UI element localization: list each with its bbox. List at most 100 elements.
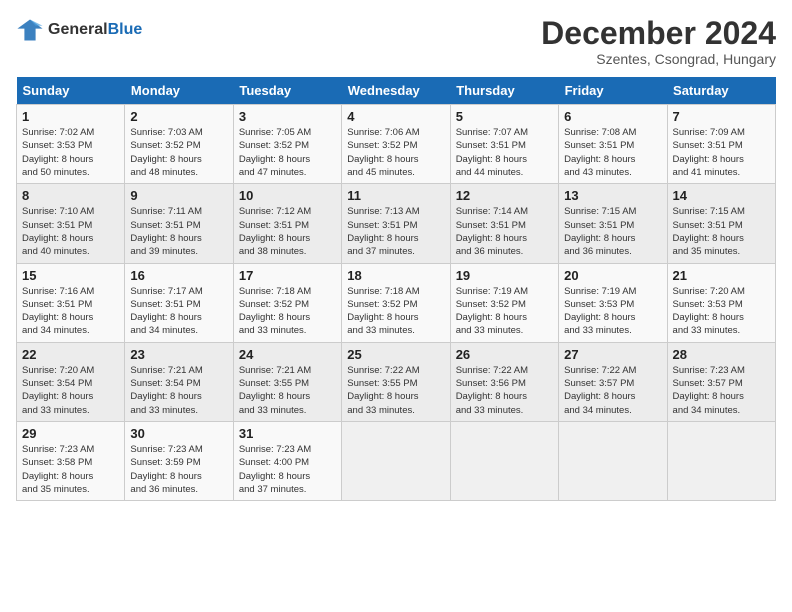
day-number: 29 [22,426,119,441]
logo-text: GeneralBlue [48,21,142,39]
table-row: 1 Sunrise: 7:02 AM Sunset: 3:53 PM Daylig… [17,105,125,184]
table-row: 6Sunrise: 7:08 AM Sunset: 3:51 PM Daylig… [559,105,667,184]
day-number: 12 [456,188,553,203]
day-number: 2 [130,109,227,124]
table-row: 5 Sunrise: 7:07 AM Sunset: 3:51 PM Daylig… [450,105,558,184]
day-info: Sunrise: 7:23 AM Sunset: 3:59 PM Dayligh… [130,443,227,496]
day-number: 17 [239,268,336,283]
header-wednesday: Wednesday [342,77,450,105]
table-row: 19 Sunrise: 7:19 AM Sunset: 3:52 PM Dayli… [450,263,558,342]
day-info: Sunrise: 7:15 AM Sunset: 3:51 PM Dayligh… [564,205,661,258]
table-row: 13 Sunrise: 7:15 AM Sunset: 3:51 PM Dayli… [559,184,667,263]
table-row [450,421,558,500]
calendar-week-row: 8 Sunrise: 7:10 AM Sunset: 3:51 PM Daylig… [17,184,776,263]
day-info: Sunrise: 7:14 AM Sunset: 3:51 PM Dayligh… [456,205,553,258]
table-row: 12 Sunrise: 7:14 AM Sunset: 3:51 PM Dayli… [450,184,558,263]
table-row [559,421,667,500]
day-number: 13 [564,188,661,203]
weekday-header-row: Sunday Monday Tuesday Wednesday Thursday… [17,77,776,105]
table-row [342,421,450,500]
day-number: 24 [239,347,336,362]
calendar-week-row: 29 Sunrise: 7:23 AM Sunset: 3:58 PM Dayli… [17,421,776,500]
table-row: 10 Sunrise: 7:12 AM Sunset: 3:51 PM Dayli… [233,184,341,263]
month-title: December 2024 [541,16,776,51]
day-number: 3 [239,109,336,124]
day-number: 1 [22,109,119,124]
day-number: 10 [239,188,336,203]
day-number: 23 [130,347,227,362]
day-info: Sunrise: 7:22 AM Sunset: 3:57 PM Dayligh… [564,364,661,417]
table-row: 24 Sunrise: 7:21 AM Sunset: 3:55 PM Dayli… [233,342,341,421]
table-row: 26 Sunrise: 7:22 AM Sunset: 3:56 PM Dayli… [450,342,558,421]
header-thursday: Thursday [450,77,558,105]
day-number: 31 [239,426,336,441]
day-number: 18 [347,268,444,283]
day-info: Sunrise: 7:09 AM Sunset: 3:51 PM Dayligh… [673,126,770,179]
subtitle: Szentes, Csongrad, Hungary [541,51,776,67]
day-number: 5 [456,109,553,124]
table-row: 4Sunrise: 7:06 AM Sunset: 3:52 PM Daylig… [342,105,450,184]
day-info: Sunrise: 7:05 AM Sunset: 3:52 PM Dayligh… [239,126,336,179]
day-info: Sunrise: 7:22 AM Sunset: 3:56 PM Dayligh… [456,364,553,417]
logo: GeneralBlue [16,16,142,44]
header-friday: Friday [559,77,667,105]
table-row: 18 Sunrise: 7:18 AM Sunset: 3:52 PM Dayli… [342,263,450,342]
day-info: Sunrise: 7:19 AM Sunset: 3:52 PM Dayligh… [456,285,553,338]
table-row: 20 Sunrise: 7:19 AM Sunset: 3:53 PM Dayli… [559,263,667,342]
day-info: Sunrise: 7:03 AM Sunset: 3:52 PM Dayligh… [130,126,227,179]
table-row: 30 Sunrise: 7:23 AM Sunset: 3:59 PM Dayli… [125,421,233,500]
table-row: 16 Sunrise: 7:17 AM Sunset: 3:51 PM Dayli… [125,263,233,342]
table-row: 22Sunrise: 7:20 AM Sunset: 3:54 PM Dayli… [17,342,125,421]
day-info: Sunrise: 7:19 AM Sunset: 3:53 PM Dayligh… [564,285,661,338]
table-row: 28 Sunrise: 7:23 AM Sunset: 3:57 PM Dayli… [667,342,775,421]
day-number: 4 [347,109,444,124]
day-number: 15 [22,268,119,283]
day-info: Sunrise: 7:23 AM Sunset: 3:58 PM Dayligh… [22,443,119,496]
table-row: 15 Sunrise: 7:16 AM Sunset: 3:51 PM Dayli… [17,263,125,342]
day-info: Sunrise: 7:16 AM Sunset: 3:51 PM Dayligh… [22,285,119,338]
table-row: 9 Sunrise: 7:11 AM Sunset: 3:51 PM Daylig… [125,184,233,263]
day-info: Sunrise: 7:18 AM Sunset: 3:52 PM Dayligh… [239,285,336,338]
day-info: Sunrise: 7:15 AM Sunset: 3:51 PM Dayligh… [673,205,770,258]
table-row: 3 Sunrise: 7:05 AM Sunset: 3:52 PM Daylig… [233,105,341,184]
table-row: 21Sunrise: 7:20 AM Sunset: 3:53 PM Dayli… [667,263,775,342]
calendar-week-row: 15 Sunrise: 7:16 AM Sunset: 3:51 PM Dayli… [17,263,776,342]
day-number: 19 [456,268,553,283]
table-row: 14Sunrise: 7:15 AM Sunset: 3:51 PM Dayli… [667,184,775,263]
day-info: Sunrise: 7:11 AM Sunset: 3:51 PM Dayligh… [130,205,227,258]
calendar-week-row: 22Sunrise: 7:20 AM Sunset: 3:54 PM Dayli… [17,342,776,421]
table-row: 8 Sunrise: 7:10 AM Sunset: 3:51 PM Daylig… [17,184,125,263]
table-row [667,421,775,500]
day-number: 9 [130,188,227,203]
table-row: 2 Sunrise: 7:03 AM Sunset: 3:52 PM Daylig… [125,105,233,184]
table-row: 25Sunrise: 7:22 AM Sunset: 3:55 PM Dayli… [342,342,450,421]
day-info: Sunrise: 7:18 AM Sunset: 3:52 PM Dayligh… [347,285,444,338]
day-number: 16 [130,268,227,283]
day-number: 22 [22,347,119,362]
day-number: 30 [130,426,227,441]
day-number: 7 [673,109,770,124]
table-row: 11Sunrise: 7:13 AM Sunset: 3:51 PM Dayli… [342,184,450,263]
day-number: 11 [347,188,444,203]
day-info: Sunrise: 7:23 AM Sunset: 3:57 PM Dayligh… [673,364,770,417]
day-info: Sunrise: 7:10 AM Sunset: 3:51 PM Dayligh… [22,205,119,258]
day-info: Sunrise: 7:12 AM Sunset: 3:51 PM Dayligh… [239,205,336,258]
table-row: 7 Sunrise: 7:09 AM Sunset: 3:51 PM Daylig… [667,105,775,184]
day-info: Sunrise: 7:02 AM Sunset: 3:53 PM Dayligh… [22,126,119,179]
day-number: 28 [673,347,770,362]
day-number: 20 [564,268,661,283]
day-info: Sunrise: 7:17 AM Sunset: 3:51 PM Dayligh… [130,285,227,338]
day-number: 6 [564,109,661,124]
page-header: GeneralBlue December 2024 Szentes, Csong… [16,16,776,67]
day-info: Sunrise: 7:23 AM Sunset: 4:00 PM Dayligh… [239,443,336,496]
day-number: 21 [673,268,770,283]
header-sunday: Sunday [17,77,125,105]
table-row: 29 Sunrise: 7:23 AM Sunset: 3:58 PM Dayli… [17,421,125,500]
day-number: 26 [456,347,553,362]
calendar-week-row: 1 Sunrise: 7:02 AM Sunset: 3:53 PM Daylig… [17,105,776,184]
table-row: 17 Sunrise: 7:18 AM Sunset: 3:52 PM Dayli… [233,263,341,342]
day-info: Sunrise: 7:21 AM Sunset: 3:54 PM Dayligh… [130,364,227,417]
day-info: Sunrise: 7:21 AM Sunset: 3:55 PM Dayligh… [239,364,336,417]
day-info: Sunrise: 7:07 AM Sunset: 3:51 PM Dayligh… [456,126,553,179]
day-number: 8 [22,188,119,203]
